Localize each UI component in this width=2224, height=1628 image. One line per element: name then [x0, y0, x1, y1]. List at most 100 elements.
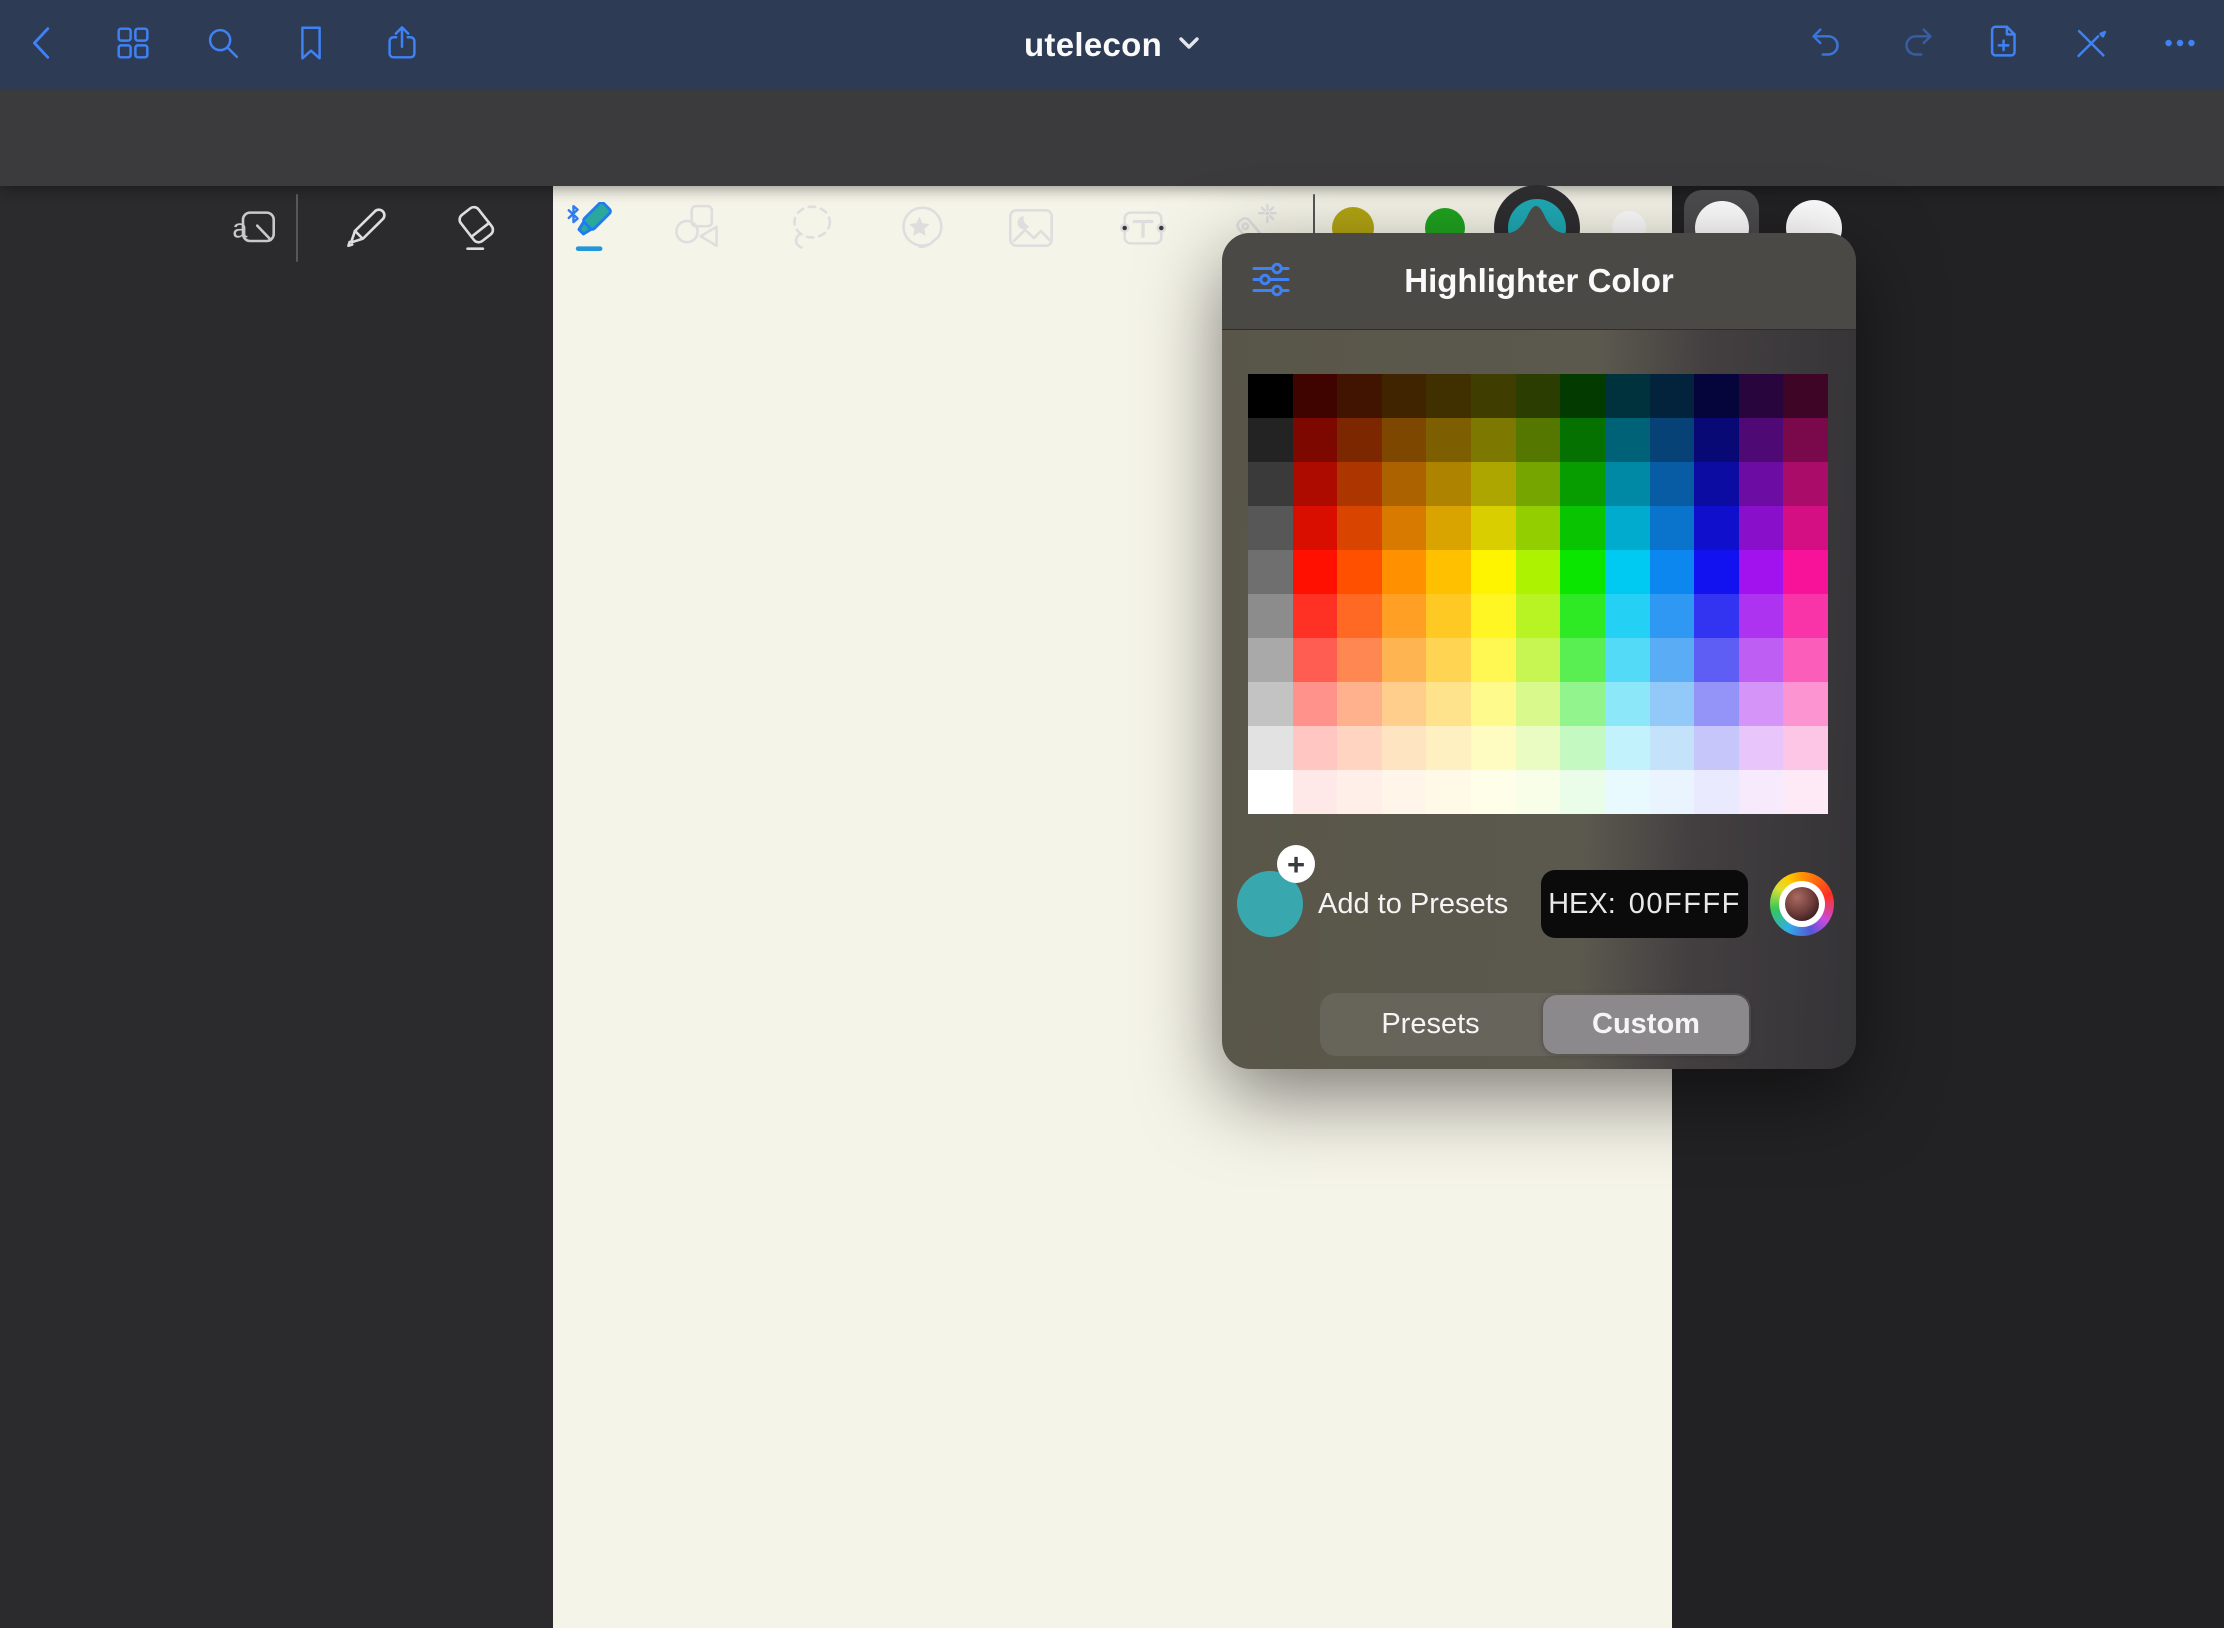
color-cell[interactable]: [1337, 594, 1382, 638]
color-cell[interactable]: [1739, 550, 1784, 594]
color-cell[interactable]: [1516, 770, 1561, 814]
color-cell[interactable]: [1650, 506, 1695, 550]
color-cell[interactable]: [1426, 418, 1471, 462]
color-cell[interactable]: [1516, 462, 1561, 506]
color-cell[interactable]: [1337, 770, 1382, 814]
color-cell[interactable]: [1516, 638, 1561, 682]
sticker-tool-button[interactable]: [893, 203, 947, 257]
color-cell[interactable]: [1248, 770, 1293, 814]
color-cell[interactable]: [1739, 594, 1784, 638]
color-cell[interactable]: [1694, 462, 1739, 506]
color-cell[interactable]: [1382, 638, 1427, 682]
color-cell[interactable]: [1739, 418, 1784, 462]
share-button[interactable]: [379, 22, 425, 68]
stylus-toggle-button[interactable]: [2068, 22, 2114, 68]
highlighter-tool-button[interactable]: [563, 203, 617, 257]
color-cell[interactable]: [1516, 682, 1561, 726]
edit-mode-button[interactable]: a: [229, 203, 283, 257]
color-cell[interactable]: [1694, 374, 1739, 418]
color-cell[interactable]: [1382, 506, 1427, 550]
lasso-tool-button[interactable]: [784, 203, 838, 257]
color-cell[interactable]: [1426, 638, 1471, 682]
color-cell[interactable]: [1471, 594, 1516, 638]
color-cell[interactable]: [1605, 506, 1650, 550]
color-cell[interactable]: [1248, 682, 1293, 726]
color-cell[interactable]: [1605, 770, 1650, 814]
color-cell[interactable]: [1783, 550, 1828, 594]
color-cell[interactable]: [1650, 682, 1695, 726]
color-cell[interactable]: [1560, 770, 1605, 814]
color-cell[interactable]: [1471, 638, 1516, 682]
bookmark-button[interactable]: [288, 22, 334, 68]
color-cell[interactable]: [1605, 418, 1650, 462]
color-cell[interactable]: [1293, 770, 1338, 814]
color-cell[interactable]: [1694, 638, 1739, 682]
color-cell[interactable]: [1248, 726, 1293, 770]
color-cell[interactable]: [1426, 726, 1471, 770]
search-button[interactable]: [200, 22, 246, 68]
add-page-button[interactable]: [1982, 22, 2028, 68]
color-cell[interactable]: [1739, 374, 1784, 418]
color-cell[interactable]: [1426, 770, 1471, 814]
color-cell[interactable]: [1605, 682, 1650, 726]
color-cell[interactable]: [1337, 418, 1382, 462]
color-cell[interactable]: [1382, 726, 1427, 770]
color-cell[interactable]: [1650, 462, 1695, 506]
color-cell[interactable]: [1560, 726, 1605, 770]
color-cell[interactable]: [1560, 682, 1605, 726]
color-cell[interactable]: [1382, 550, 1427, 594]
color-cell[interactable]: [1248, 374, 1293, 418]
color-cell[interactable]: [1248, 638, 1293, 682]
color-cell[interactable]: [1650, 638, 1695, 682]
color-cell[interactable]: [1337, 638, 1382, 682]
color-cell[interactable]: [1783, 726, 1828, 770]
color-cell[interactable]: [1783, 638, 1828, 682]
color-cell[interactable]: [1248, 506, 1293, 550]
eraser-tool-button[interactable]: [450, 203, 504, 257]
color-cell[interactable]: [1605, 462, 1650, 506]
color-cell[interactable]: [1293, 374, 1338, 418]
color-cell[interactable]: [1783, 594, 1828, 638]
color-cell[interactable]: [1783, 506, 1828, 550]
color-cell[interactable]: [1426, 374, 1471, 418]
color-cell[interactable]: [1605, 594, 1650, 638]
tab-custom[interactable]: Custom: [1543, 995, 1749, 1054]
color-cell[interactable]: [1739, 506, 1784, 550]
color-cell[interactable]: [1337, 506, 1382, 550]
color-cell[interactable]: [1426, 550, 1471, 594]
color-cell[interactable]: [1471, 462, 1516, 506]
color-cell[interactable]: [1382, 770, 1427, 814]
image-tool-button[interactable]: [1004, 203, 1058, 257]
color-cell[interactable]: [1605, 550, 1650, 594]
color-cell[interactable]: [1694, 594, 1739, 638]
color-cell[interactable]: [1560, 418, 1605, 462]
color-cell[interactable]: [1650, 550, 1695, 594]
color-cell[interactable]: [1694, 770, 1739, 814]
color-cell[interactable]: [1426, 462, 1471, 506]
color-cell[interactable]: [1293, 638, 1338, 682]
color-cell[interactable]: [1516, 594, 1561, 638]
color-cell[interactable]: [1783, 770, 1828, 814]
color-cell[interactable]: [1516, 550, 1561, 594]
color-cell[interactable]: [1560, 462, 1605, 506]
color-cell[interactable]: [1783, 682, 1828, 726]
undo-button[interactable]: [1804, 22, 1850, 68]
color-cell[interactable]: [1337, 682, 1382, 726]
redo-button[interactable]: [1894, 22, 1940, 68]
color-cell[interactable]: [1560, 506, 1605, 550]
color-cell[interactable]: [1337, 462, 1382, 506]
color-cell[interactable]: [1382, 374, 1427, 418]
color-cell[interactable]: [1650, 770, 1695, 814]
color-cell[interactable]: [1694, 726, 1739, 770]
color-cell[interactable]: [1783, 374, 1828, 418]
back-button[interactable]: [20, 22, 66, 68]
color-cell[interactable]: [1739, 638, 1784, 682]
color-cell[interactable]: [1382, 682, 1427, 726]
color-cell[interactable]: [1694, 418, 1739, 462]
color-cell[interactable]: [1382, 594, 1427, 638]
color-cell[interactable]: [1471, 682, 1516, 726]
color-cell[interactable]: [1560, 374, 1605, 418]
color-cell[interactable]: [1382, 418, 1427, 462]
color-cell[interactable]: [1739, 770, 1784, 814]
color-cell[interactable]: [1560, 594, 1605, 638]
